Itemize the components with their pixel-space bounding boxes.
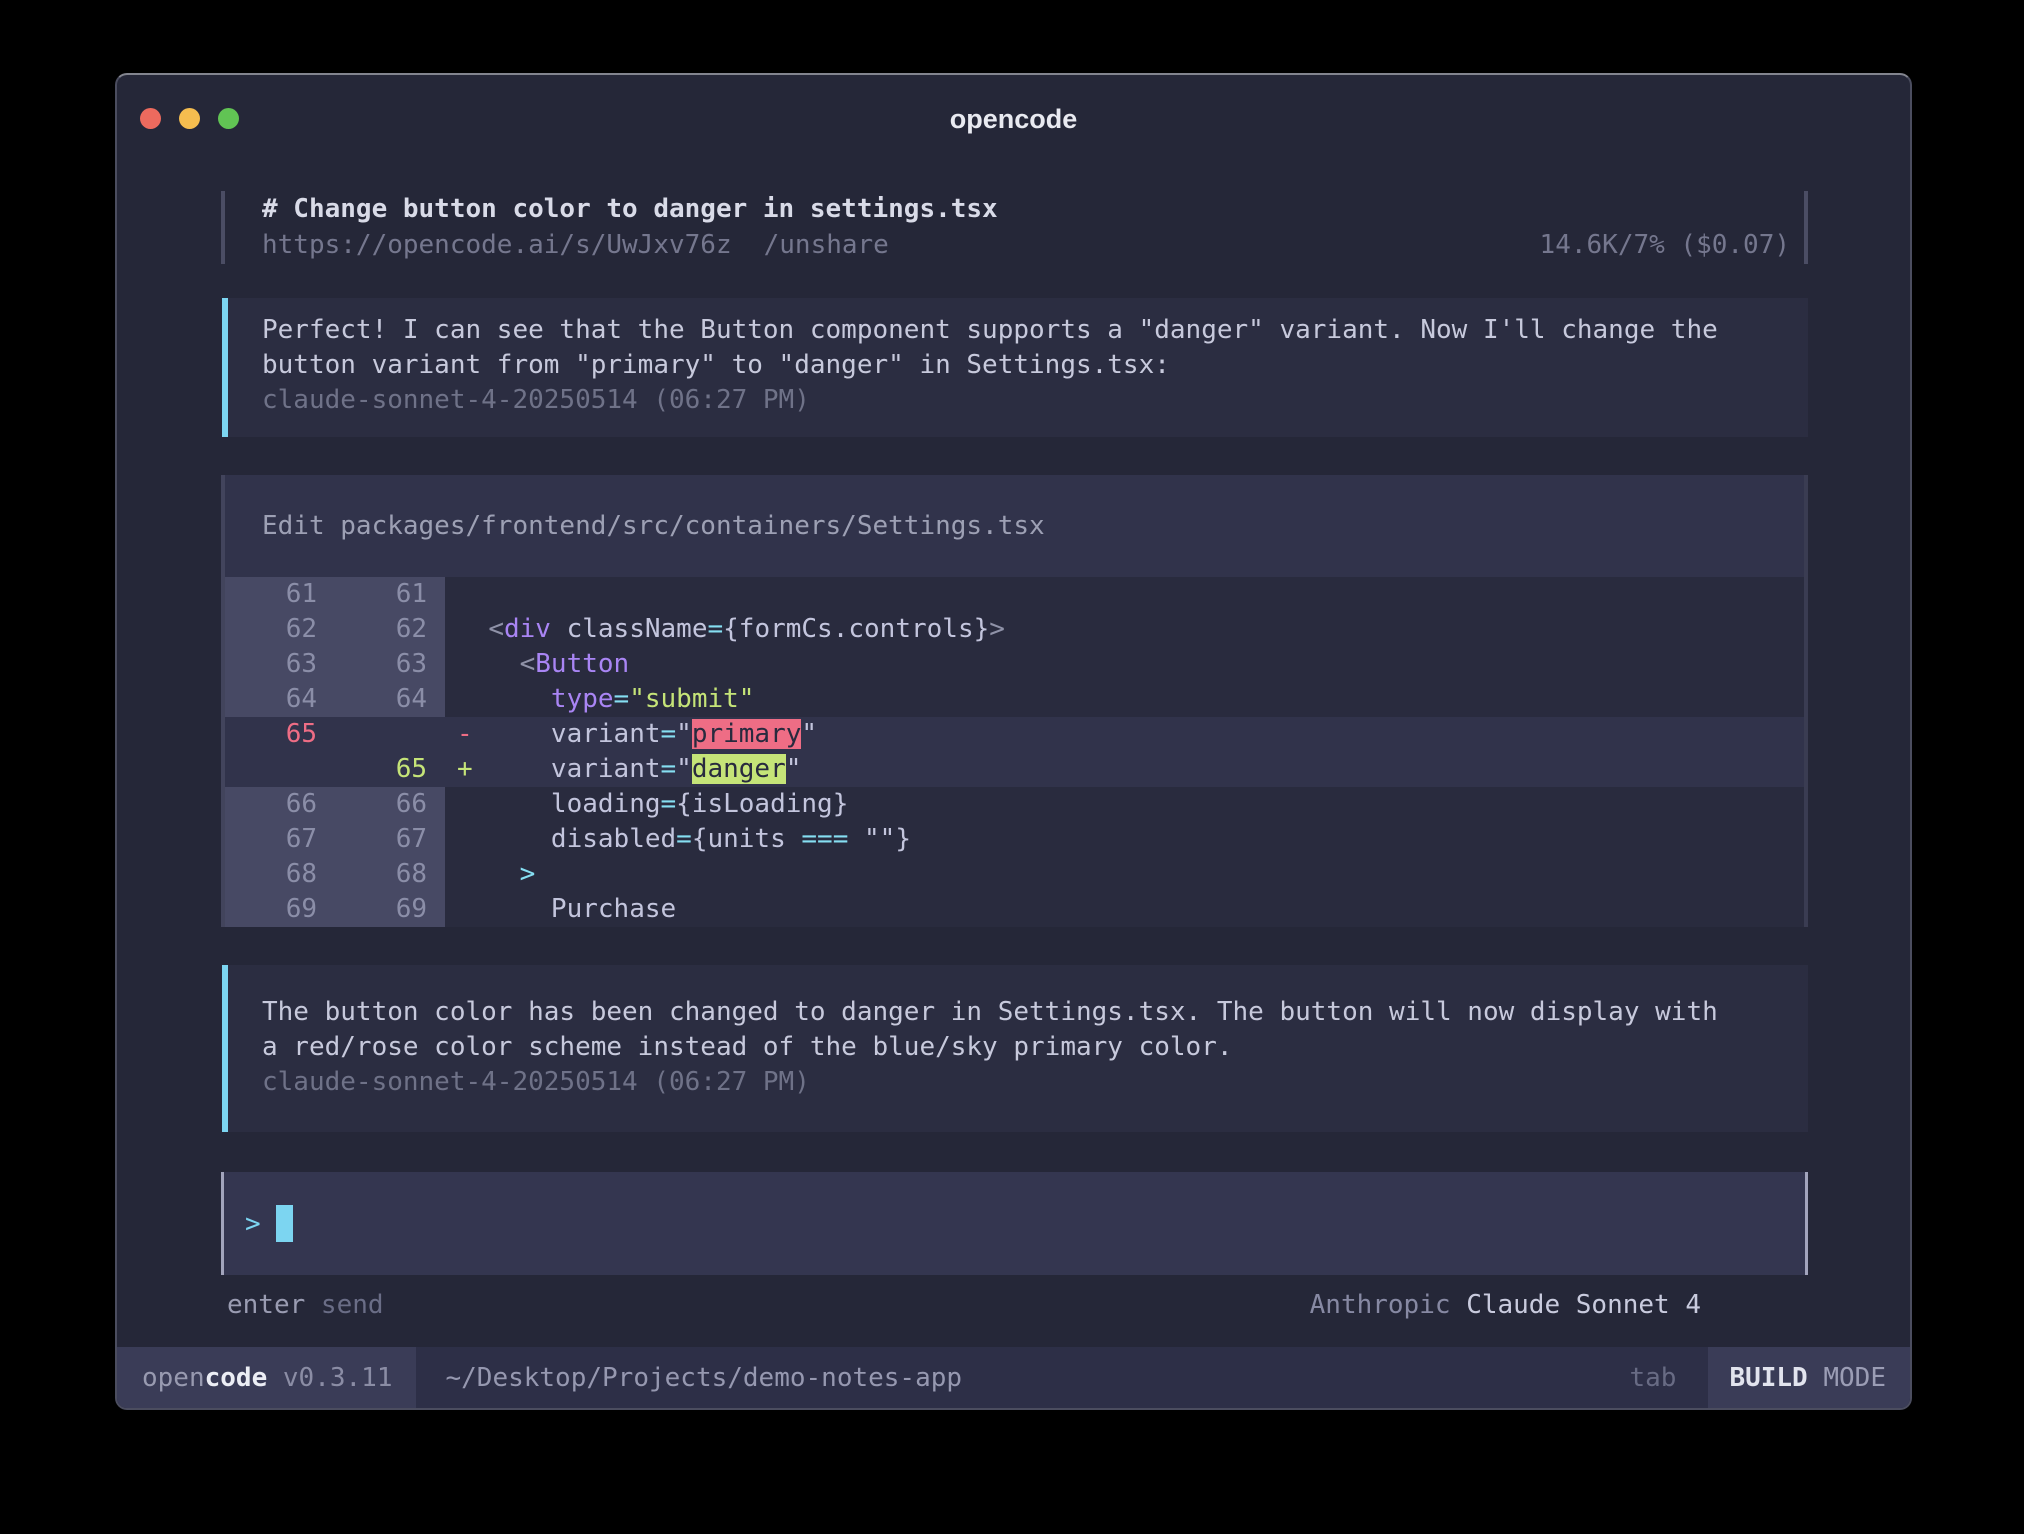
app-version: v0.3.11 bbox=[267, 1363, 392, 1393]
diff-row: 6868 > bbox=[225, 857, 1804, 892]
diff-row: 65- variant="primary" bbox=[225, 717, 1804, 752]
diff-row: 6767 disabled={units === ""} bbox=[225, 822, 1804, 857]
diff-row: 6262 <div className={formCs.controls}> bbox=[225, 612, 1804, 647]
model-timestamp: claude-sonnet-4-20250514 (06:27 PM) bbox=[262, 1065, 1808, 1100]
diff-row: 6666 loading={isLoading} bbox=[225, 787, 1804, 822]
working-directory: ~/Desktop/Projects/demo-notes-app bbox=[445, 1347, 962, 1408]
session-subheader: https://opencode.ai/s/UwJxv76z /unshare … bbox=[262, 227, 1790, 263]
mode-name: BUILD bbox=[1729, 1363, 1807, 1393]
provider-name: Anthropic bbox=[1310, 1290, 1467, 1320]
mode-badge: BUILD MODE bbox=[1708, 1347, 1910, 1408]
edit-tool-block: Edit packages/frontend/src/containers/Se… bbox=[221, 475, 1808, 927]
message-line: Perfect! I can see that the Button compo… bbox=[262, 313, 1808, 348]
enter-key-hint: enter bbox=[227, 1287, 305, 1323]
diff-row: 6161 bbox=[225, 577, 1804, 612]
model-name: Claude Sonnet 4 bbox=[1466, 1290, 1701, 1320]
diff-row: 65+ variant="danger" bbox=[225, 752, 1804, 787]
message-line: button variant from "primary" to "danger… bbox=[262, 348, 1808, 383]
app-version-badge: opencode v0.3.11 bbox=[117, 1347, 416, 1408]
edit-tool-title: Edit packages/frontend/src/containers/Se… bbox=[225, 475, 1804, 577]
app-name-open: open bbox=[142, 1363, 205, 1393]
diff-row: 6464 type="submit" bbox=[225, 682, 1804, 717]
input-hints: enter send Anthropic Claude Sonnet 4 bbox=[227, 1287, 1808, 1323]
session-title: # Change button color to danger in setti… bbox=[262, 191, 1790, 227]
window-title: opencode bbox=[117, 100, 1910, 138]
diff-row: 6969 Purchase bbox=[225, 892, 1804, 927]
share-url[interactable]: https://opencode.ai/s/UwJxv76z bbox=[262, 227, 732, 263]
status-bar: opencode v0.3.11 ~/Desktop/Projects/demo… bbox=[117, 1347, 1910, 1408]
assistant-message: Perfect! I can see that the Button compo… bbox=[222, 298, 1808, 437]
prompt-input[interactable]: > bbox=[221, 1172, 1808, 1275]
message-line: a red/rose color scheme instead of the b… bbox=[262, 1030, 1808, 1065]
opencode-window: opencode # Change button color to danger… bbox=[115, 73, 1912, 1410]
titlebar: opencode bbox=[117, 75, 1910, 151]
model-timestamp: claude-sonnet-4-20250514 (06:27 PM) bbox=[262, 383, 1808, 418]
session-header: # Change button color to danger in setti… bbox=[221, 191, 1808, 264]
prompt-symbol: > bbox=[245, 1209, 261, 1239]
token-usage: 14.6K/7% ($0.07) bbox=[1540, 227, 1790, 263]
diff-rows: 61616262 <div className={formCs.controls… bbox=[225, 577, 1804, 927]
message-line: The button color has been changed to dan… bbox=[262, 995, 1808, 1030]
mode-label: MODE bbox=[1808, 1363, 1886, 1393]
tab-key-hint: tab bbox=[1629, 1347, 1676, 1408]
diff-row: 6363 <Button bbox=[225, 647, 1804, 682]
assistant-message: The button color has been changed to dan… bbox=[222, 965, 1808, 1132]
app-name-code: code bbox=[205, 1363, 268, 1393]
text-cursor bbox=[276, 1205, 293, 1242]
model-indicator: Anthropic Claude Sonnet 4 bbox=[1310, 1287, 1808, 1323]
unshare-command[interactable]: /unshare bbox=[764, 227, 889, 263]
send-hint: send bbox=[305, 1287, 383, 1323]
